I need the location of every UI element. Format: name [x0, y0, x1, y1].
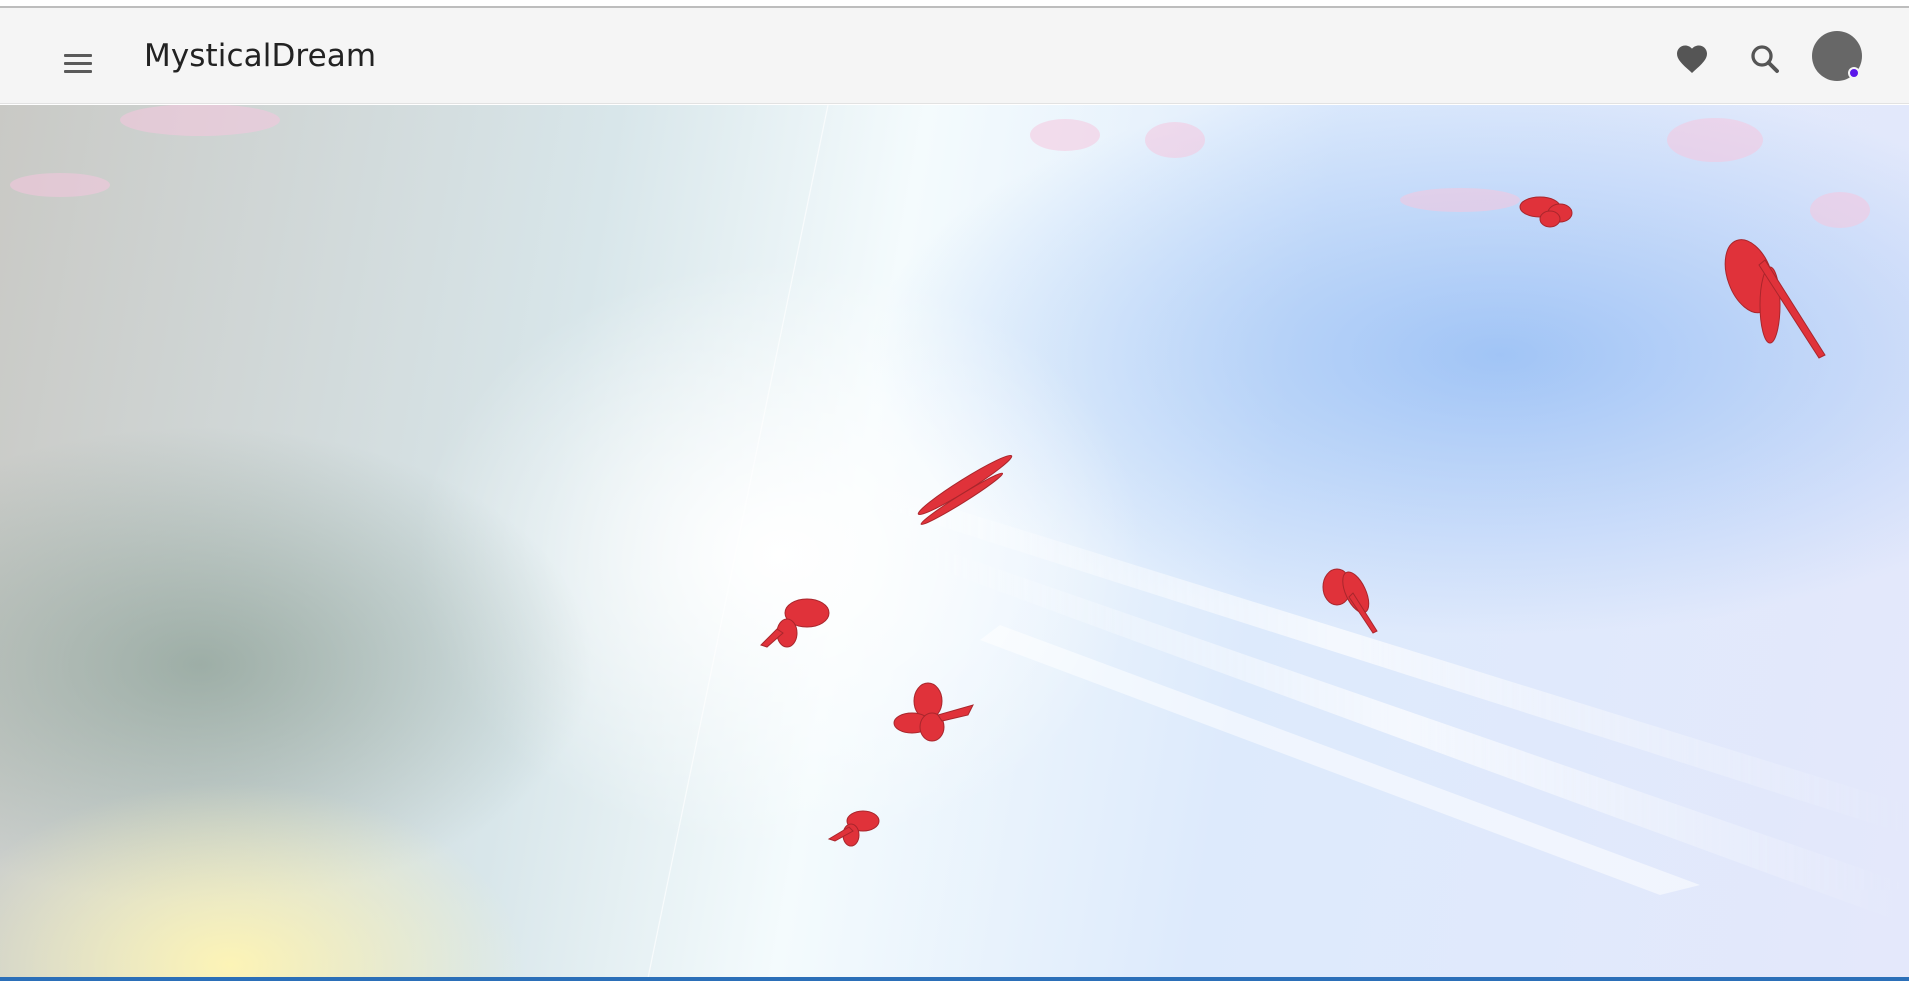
butterfly-icon[interactable]	[893, 682, 974, 742]
light-rays	[780, 455, 1909, 925]
scene-graphics	[10, 105, 1909, 978]
hamburger-menu-icon[interactable]	[52, 38, 102, 88]
window-top-edge	[0, 0, 1909, 8]
search-icon[interactable]	[1747, 41, 1783, 77]
app-title: MysticalDream	[144, 38, 377, 74]
pink-clouds	[10, 105, 1870, 228]
butterfly-icon[interactable]	[760, 598, 830, 648]
dream-scene	[0, 105, 1909, 978]
user-avatar[interactable]	[1812, 31, 1862, 81]
status-indicator	[1848, 67, 1860, 79]
heart-icon[interactable]	[1674, 41, 1710, 77]
butterfly-icon[interactable]	[1716, 233, 1826, 359]
window-bottom-edge	[0, 977, 1909, 981]
butterfly-icon[interactable]	[827, 810, 880, 847]
butterfly-icon[interactable]	[1519, 196, 1573, 228]
butterfly-icon[interactable]	[1322, 568, 1378, 634]
light-streak	[647, 105, 829, 978]
app-bar: MysticalDream	[0, 8, 1909, 104]
